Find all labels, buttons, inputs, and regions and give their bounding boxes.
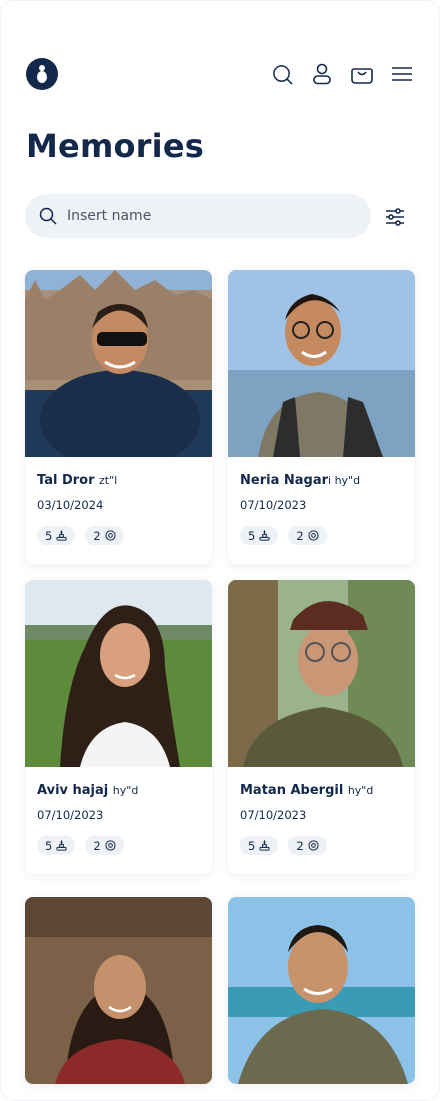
- memorial-date: 03/10/2024: [37, 498, 104, 512]
- memorial-name: Tal Dror zt"l: [37, 473, 118, 488]
- flowers-count: 2: [93, 528, 101, 543]
- memorial-card[interactable]: [228, 897, 415, 1084]
- memorial-photo: [25, 897, 212, 1084]
- header-actions: [271, 63, 413, 85]
- flowers-badge[interactable]: 2: [288, 836, 327, 855]
- flowers-badge[interactable]: 2: [85, 526, 124, 545]
- flower-icon: [105, 840, 116, 851]
- memorial-date: 07/10/2023: [240, 498, 307, 512]
- memorial-photo: [228, 897, 415, 1084]
- search-icon[interactable]: [271, 63, 293, 85]
- flower-icon: [105, 530, 116, 541]
- flowers-count: 2: [296, 838, 304, 853]
- flowers-badge[interactable]: 2: [288, 526, 327, 545]
- candle-icon: [56, 530, 67, 541]
- memorial-name: Matan Abergil hy"d: [240, 783, 374, 798]
- flowers-count: 2: [93, 838, 101, 853]
- flowers-badge[interactable]: 2: [85, 836, 124, 855]
- memorial-card[interactable]: [25, 897, 212, 1084]
- candles-count: 5: [45, 838, 53, 853]
- cart-icon[interactable]: [351, 63, 373, 85]
- app-frame: Memories Insert name Tal Dror zt"l 03/10…: [0, 0, 440, 1101]
- memorial-name: Neria Nagari hy"d: [240, 473, 361, 488]
- memorial-card[interactable]: Matan Abergil hy"d 07/10/2023 5 2: [228, 580, 415, 874]
- memorial-photo: [25, 580, 212, 767]
- filter-icon[interactable]: [384, 206, 406, 228]
- candles-badge[interactable]: 5: [240, 836, 279, 855]
- candle-icon: [259, 530, 270, 541]
- memorial-date: 07/10/2023: [37, 808, 104, 822]
- flowers-count: 2: [296, 528, 304, 543]
- memorial-card[interactable]: Tal Dror zt"l 03/10/2024 5 2: [25, 270, 212, 564]
- user-icon[interactable]: [311, 63, 333, 85]
- search-bar[interactable]: [25, 194, 371, 238]
- candles-badge[interactable]: 5: [37, 526, 76, 545]
- candles-count: 5: [248, 528, 256, 543]
- flower-icon: [308, 840, 319, 851]
- brand-logo[interactable]: [26, 58, 58, 90]
- search-input[interactable]: [67, 208, 327, 224]
- memorial-name: Aviv hajaj hy"d: [37, 783, 139, 798]
- memorial-date: 07/10/2023: [240, 808, 307, 822]
- memorial-photo: [228, 270, 415, 457]
- candles-count: 5: [45, 528, 53, 543]
- candle-icon: [56, 840, 67, 851]
- memorial-photo: [25, 270, 212, 457]
- menu-icon[interactable]: [391, 63, 413, 85]
- page-title: Memories: [26, 127, 204, 165]
- candle-logo-icon: [37, 65, 47, 83]
- memorial-photo: [228, 580, 415, 767]
- flower-icon: [308, 530, 319, 541]
- candles-count: 5: [248, 838, 256, 853]
- candles-badge[interactable]: 5: [240, 526, 279, 545]
- memorial-card[interactable]: Neria Nagari hy"d 07/10/2023 5 2: [228, 270, 415, 564]
- search-icon: [39, 207, 57, 225]
- candles-badge[interactable]: 5: [37, 836, 76, 855]
- memorial-card[interactable]: Aviv hajaj hy"d 07/10/2023 5 2: [25, 580, 212, 874]
- candle-icon: [259, 840, 270, 851]
